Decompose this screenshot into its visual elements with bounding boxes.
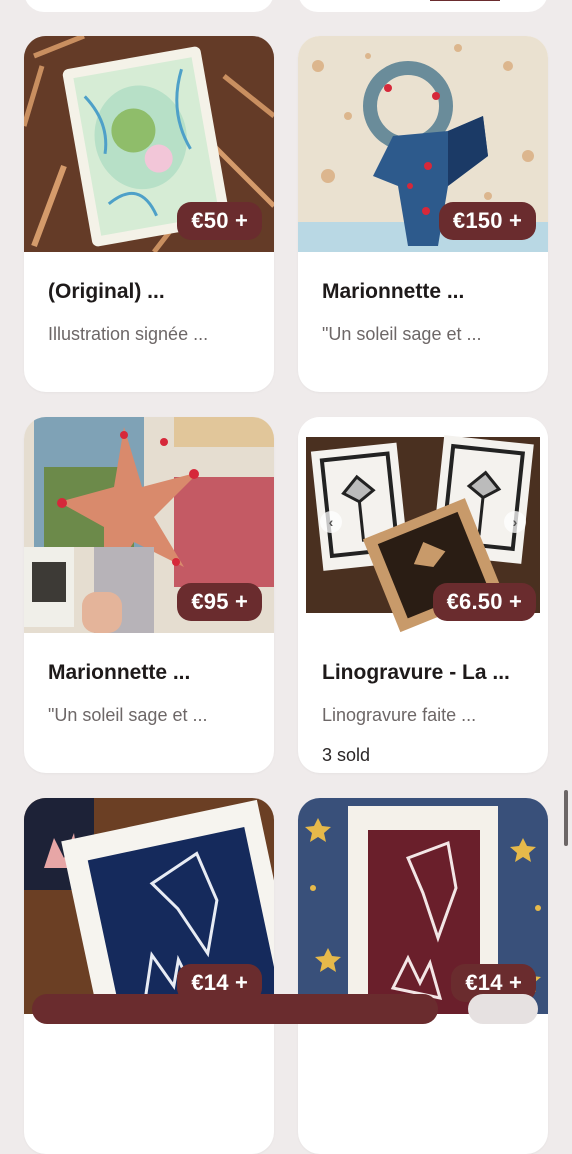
chevron-left-icon: ‹ bbox=[328, 514, 334, 530]
price-badge: €95 + bbox=[177, 583, 262, 621]
product-title: Linogravure - La ... bbox=[322, 661, 510, 684]
chevron-right-icon: › bbox=[512, 514, 518, 530]
product-description: "Un soleil sage et ... bbox=[322, 324, 482, 344]
product-title: Marionnette ... bbox=[322, 280, 465, 303]
product-card[interactable]: €50 + (Original) ... Illustration signée… bbox=[24, 36, 274, 392]
product-description: Linogravure faite ... bbox=[322, 705, 477, 725]
product-card[interactable]: €150 + Marionnette ... "Un soleil sage e… bbox=[298, 36, 548, 392]
product-description: Illustration signée ... bbox=[48, 324, 209, 344]
carousel-next-button[interactable]: › bbox=[504, 511, 526, 533]
sold-count: 3 sold bbox=[322, 745, 371, 765]
product-card[interactable]: €95 + Marionnette ... "Un soleil sage et… bbox=[24, 417, 274, 773]
price-badge: €150 + bbox=[438, 202, 536, 240]
product-description: "Un soleil sage et ... bbox=[48, 705, 208, 725]
scrollbar-thumb[interactable] bbox=[564, 790, 568, 846]
product-card[interactable]: €14 + bbox=[298, 798, 548, 1154]
bottom-secondary-button[interactable] bbox=[468, 994, 538, 1024]
product-card-partial-right[interactable] bbox=[298, 0, 548, 12]
partial-badge bbox=[430, 0, 500, 1]
product-card-partial-left[interactable] bbox=[24, 0, 274, 12]
bottom-action-button[interactable] bbox=[32, 994, 438, 1024]
product-card[interactable]: €14 + bbox=[24, 798, 274, 1154]
product-title: Marionnette ... bbox=[48, 661, 191, 684]
price-badge: €6.50 + bbox=[432, 583, 536, 621]
price-badge: €50 + bbox=[177, 202, 262, 240]
carousel-prev-button[interactable]: ‹ bbox=[320, 511, 342, 533]
product-title: (Original) ... bbox=[48, 280, 165, 303]
product-card[interactable]: ‹ › €6.50 + Linogravure - La ... Linogra… bbox=[298, 417, 548, 773]
